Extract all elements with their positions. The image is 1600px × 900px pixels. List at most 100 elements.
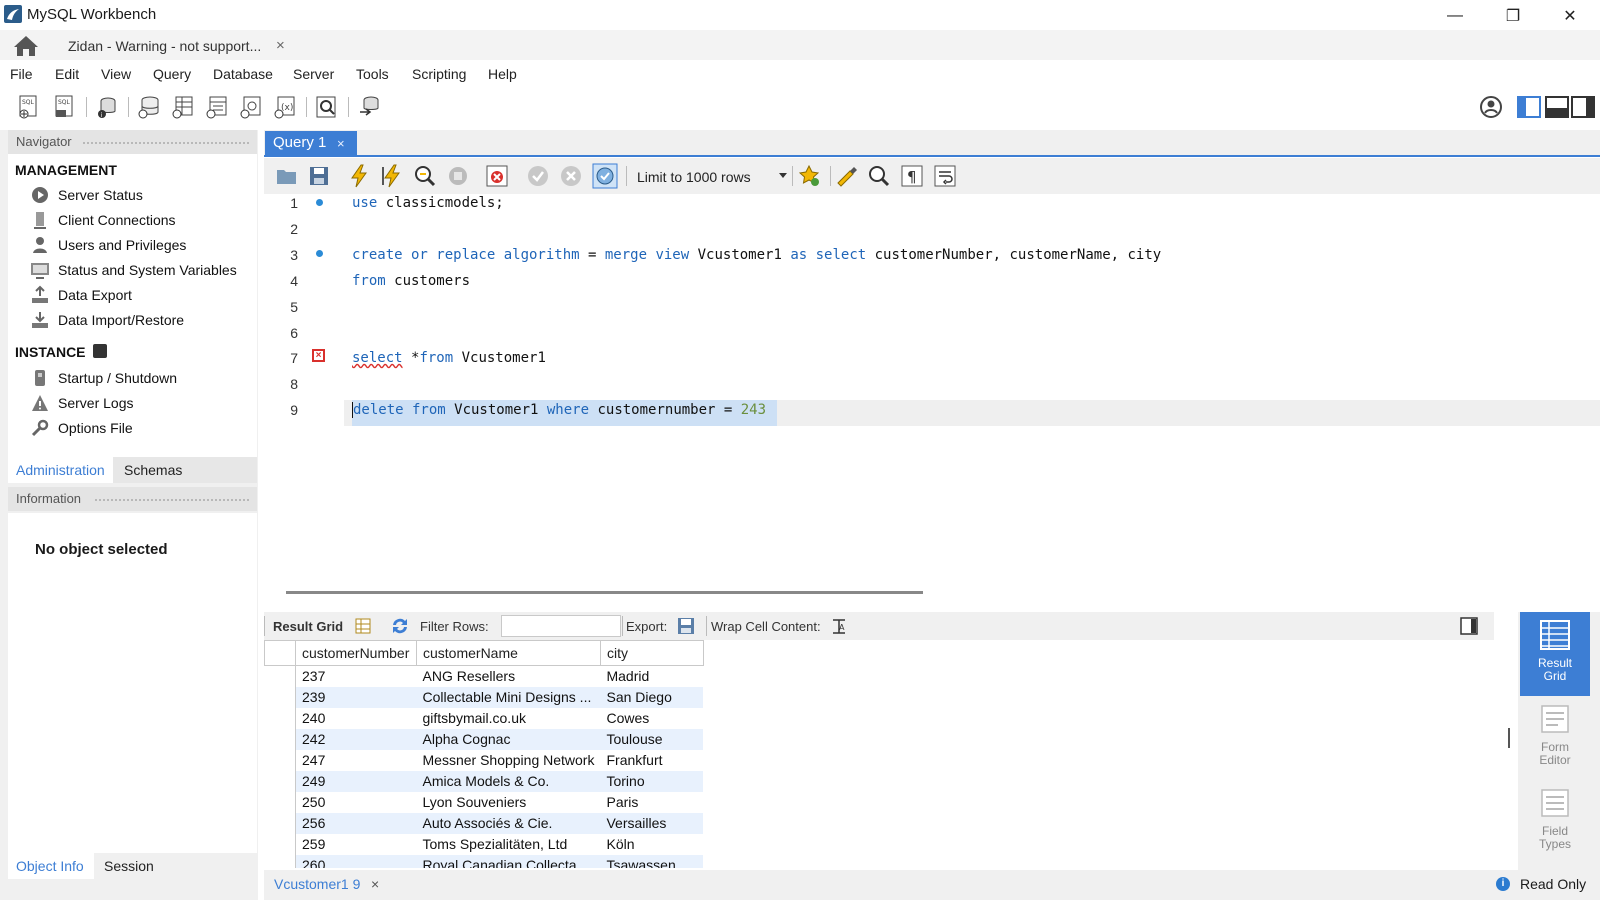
tab-schemas[interactable]: Schemas [115, 457, 205, 483]
menu-file[interactable]: File [10, 66, 33, 82]
cell-customer-name[interactable]: Lyon Souveniers [417, 792, 601, 813]
cell-customer-number[interactable]: 256 [295, 812, 417, 834]
result-grid[interactable]: customerNumber customerName city 237 ANG … [264, 640, 1494, 868]
cell-city[interactable]: Cowes [600, 708, 703, 729]
syntax-error-icon[interactable]: × [312, 349, 325, 362]
cell-city[interactable]: Madrid [600, 666, 703, 687]
cell-customer-name[interactable]: Alpha Cognac [416, 728, 601, 750]
table-row[interactable]: 249 Amica Models & Co. Torino [264, 770, 704, 792]
export-icon[interactable] [675, 615, 697, 637]
nav-startup-shutdown[interactable]: Startup / Shutdown [30, 367, 255, 389]
cell-city[interactable]: Versailles [600, 812, 704, 834]
cell-customer-number[interactable]: 237 [296, 666, 417, 687]
home-icon[interactable] [11, 34, 41, 58]
wrap-cell-icon[interactable]: A [830, 617, 848, 635]
toggle-secondary-sidebar-icon[interactable] [1570, 94, 1596, 120]
rollback-icon[interactable] [558, 163, 584, 189]
toggle-output-icon[interactable] [1544, 94, 1570, 120]
close-result-tab-icon[interactable]: × [371, 876, 379, 892]
column-header-customer-number[interactable]: customerNumber [295, 640, 417, 666]
restore-button[interactable]: ❐ [1490, 2, 1536, 30]
tab-session[interactable]: Session [96, 853, 166, 879]
field-types-view-button[interactable]: Field Types [1520, 780, 1590, 864]
row-header[interactable] [264, 728, 296, 750]
execute-current-icon[interactable] [379, 163, 405, 189]
cell-city[interactable]: Toulouse [600, 728, 704, 750]
create-procedure-icon[interactable] [238, 94, 264, 120]
account-icon[interactable] [1478, 94, 1504, 120]
row-header[interactable] [264, 665, 296, 687]
tab-administration[interactable]: Administration [8, 457, 113, 483]
cell-city[interactable]: San Diego [600, 686, 704, 708]
row-header[interactable] [264, 812, 296, 834]
create-view-icon[interactable] [204, 94, 230, 120]
add-snippet-icon[interactable] [796, 163, 822, 189]
filter-rows-input[interactable] [501, 615, 621, 637]
create-schema-icon[interactable] [136, 94, 162, 120]
table-row[interactable]: 239 Collectable Mini Designs ... San Diego [264, 686, 704, 708]
cell-customer-name[interactable]: Collectable Mini Designs ... [416, 686, 601, 708]
cell-city[interactable]: Köln [600, 834, 703, 855]
table-row[interactable]: 256 Auto Associés & Cie. Versailles [264, 812, 704, 834]
cell-customer-number[interactable]: 247 [296, 750, 417, 771]
create-function-icon[interactable]: (x) [272, 94, 298, 120]
menu-help[interactable]: Help [488, 66, 517, 82]
limit-rows-select[interactable]: Limit to 1000 rows [637, 163, 791, 189]
menu-database[interactable]: Database [213, 66, 273, 82]
search-table-data-icon[interactable] [314, 94, 340, 120]
grid-vertical-scrollbar[interactable] [1508, 728, 1510, 748]
close-connection-tab-icon[interactable]: × [276, 37, 285, 54]
toggle-sidebar-icon[interactable] [1516, 94, 1542, 120]
nav-options-file[interactable]: Options File [30, 417, 255, 439]
nav-data-export[interactable]: Data Export [30, 284, 255, 306]
table-row[interactable]: 242 Alpha Cognac Toulouse [264, 728, 704, 750]
row-header[interactable] [264, 707, 296, 729]
cell-customer-name[interactable]: Toms Spezialitäten, Ltd [417, 834, 601, 855]
menu-query[interactable]: Query [153, 66, 191, 82]
menu-edit[interactable]: Edit [55, 66, 79, 82]
nav-server-logs[interactable]: Server Logs [30, 392, 255, 414]
cell-customer-name[interactable]: Amica Models & Co. [416, 770, 601, 792]
table-row[interactable]: 240 giftsbymail.co.uk Cowes [264, 707, 704, 729]
autocommit-icon[interactable] [592, 163, 618, 189]
cell-customer-name[interactable]: ANG Resellers [417, 666, 601, 687]
execute-icon[interactable] [346, 163, 372, 189]
table-row[interactable]: 260 Royal Canadian Collecta... Tsawassen [264, 854, 704, 868]
invisible-chars-icon[interactable]: ¶ [899, 163, 925, 189]
sql-editor[interactable]: 1 2 3 4 5 6 7 8 9 × use classicmodels; c… [264, 194, 1600, 584]
cell-customer-number[interactable]: 249 [295, 770, 417, 792]
editor-horizontal-scrollbar[interactable] [286, 591, 923, 594]
connection-tab[interactable]: Zidan - Warning - not support... × [54, 33, 318, 60]
stop-icon[interactable] [445, 163, 471, 189]
toggle-continue-on-error-icon[interactable] [484, 163, 510, 189]
explain-icon[interactable] [412, 163, 438, 189]
commit-icon[interactable] [525, 163, 551, 189]
close-query-tab-icon[interactable]: × [337, 136, 345, 151]
row-header[interactable] [264, 686, 296, 708]
row-header[interactable] [264, 833, 296, 855]
reconnect-icon[interactable] [356, 94, 382, 120]
nav-client-connections[interactable]: Client Connections [30, 209, 255, 231]
cell-customer-name[interactable]: Royal Canadian Collecta... [416, 854, 601, 868]
menu-view[interactable]: View [101, 66, 131, 82]
column-header-city[interactable]: city [599, 640, 704, 666]
menu-server[interactable]: Server [293, 66, 334, 82]
table-row[interactable]: 237 ANG Resellers Madrid [264, 665, 704, 687]
nav-server-status[interactable]: Server Status [30, 184, 255, 206]
open-file-icon[interactable] [274, 163, 300, 189]
cell-customer-number[interactable]: 259 [296, 834, 417, 855]
menu-tools[interactable]: Tools [356, 66, 389, 82]
toggle-result-panel-icon[interactable] [1460, 617, 1478, 635]
cell-customer-number[interactable]: 239 [295, 686, 417, 708]
cell-city[interactable]: Tsawassen [600, 854, 704, 868]
word-wrap-icon[interactable] [932, 163, 958, 189]
cell-city[interactable]: Paris [600, 792, 703, 813]
cell-customer-name[interactable]: Auto Associés & Cie. [416, 812, 601, 834]
cell-customer-number[interactable]: 250 [296, 792, 417, 813]
nav-status-variables[interactable]: Status and System Variables [30, 259, 255, 281]
open-sql-script-icon[interactable]: SQL [52, 94, 78, 120]
cell-customer-name[interactable]: giftsbymail.co.uk [417, 708, 601, 729]
row-header[interactable] [264, 770, 296, 792]
tab-query-1[interactable]: Query 1 × [265, 131, 357, 155]
nav-users-privileges[interactable]: Users and Privileges [30, 234, 255, 256]
